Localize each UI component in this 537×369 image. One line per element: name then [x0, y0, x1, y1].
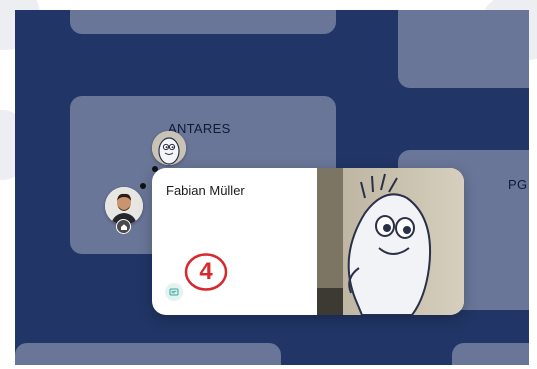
- room-bottom-right[interactable]: [452, 343, 529, 365]
- cartoon-avatar-image: [152, 131, 186, 165]
- room-top-right[interactable]: [398, 10, 529, 88]
- screen: ANTARES PG Fabian Müller 4: [0, 0, 537, 369]
- user-photo: [317, 168, 464, 315]
- user-card-popover[interactable]: Fabian Müller: [152, 168, 464, 315]
- room-label-pg: PG: [508, 177, 528, 192]
- chat-icon: [169, 288, 179, 296]
- room-bottom-left[interactable]: [15, 343, 281, 365]
- chat-button[interactable]: [165, 283, 183, 301]
- user-avatar-small[interactable]: [152, 131, 186, 165]
- home-icon: [116, 219, 131, 234]
- annotation-number: 4: [199, 258, 213, 285]
- room-top-left[interactable]: [70, 10, 336, 34]
- user-name: Fabian Müller: [166, 183, 245, 198]
- annotation-marker: 4: [183, 252, 229, 292]
- connection-dot: [140, 183, 146, 189]
- cartoon-photo-image: [317, 168, 464, 315]
